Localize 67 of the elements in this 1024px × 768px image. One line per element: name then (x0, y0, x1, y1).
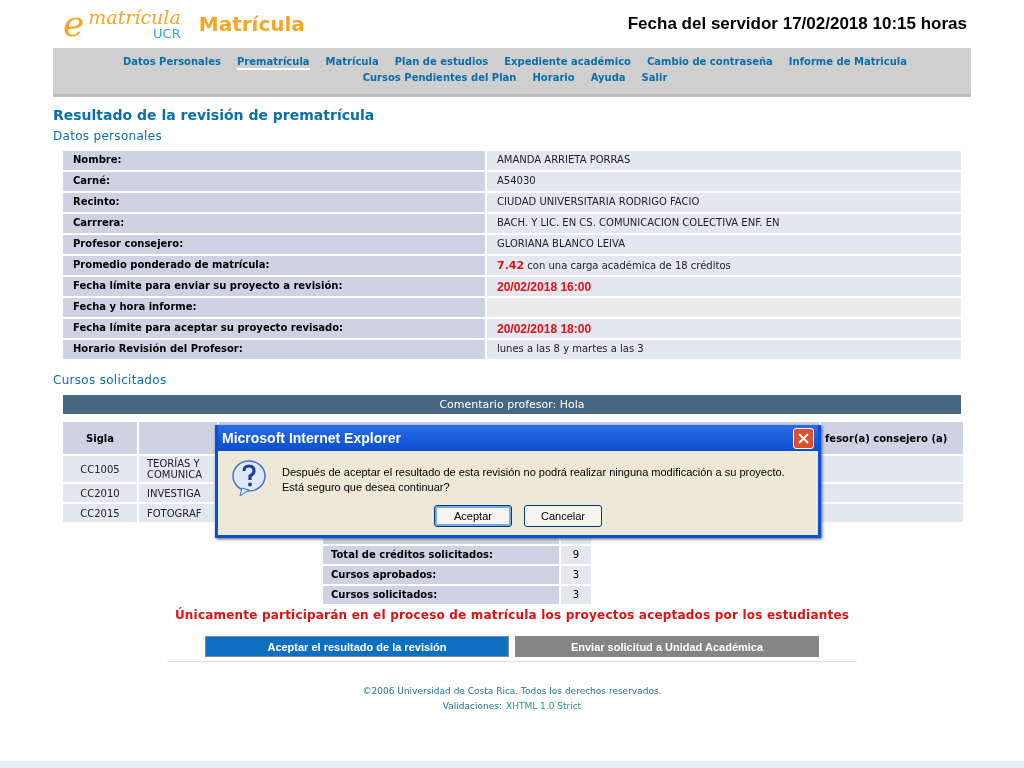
nav-link[interactable]: Cursos Pendientes del Plan (362, 72, 517, 86)
notice-text: Únicamente participarán en el proceso de matrícula los proyectos aceptados por los estudiantes (173, 608, 851, 622)
send-button[interactable]: Enviar solicitud a Unidad Académica (515, 636, 819, 657)
server-date: Fecha del servidor 17/02/2018 10:15 horas (627, 14, 967, 34)
table-cell: TEORÍAS Y COMUNICA (139, 456, 217, 482)
field-label: Nombre: (63, 151, 485, 170)
field-label: Fecha límite para enviar su proyecto a revisión: (63, 277, 485, 296)
dialog-button[interactable]: Aceptar (434, 505, 512, 527)
table-cell: CC2010 (63, 484, 137, 502)
page-heading: Resultado de la revisión de prematrícula (53, 107, 376, 123)
nav-link[interactable]: Informe de Matricula (788, 56, 907, 70)
column-header: fesor(a) consejero (a) (821, 422, 963, 454)
site-title: Matrícula (198, 12, 305, 36)
total-label: Total de créditos solicitados: (323, 546, 559, 564)
nav-link[interactable]: Horario (532, 72, 575, 86)
table-cell: FOTOGRAF (139, 504, 217, 522)
field-value: CIUDAD UNIVERSITARIA RODRIGO FACIO (487, 193, 961, 212)
validations-label: Validaciones: (442, 701, 502, 711)
copyright-text: ©2006 Universidad de Costa Rica. Todos los derechos reservados. (362, 686, 662, 696)
comment-bar: Comentario profesor: Hola (63, 395, 961, 414)
field-label: Carrrera: (63, 214, 485, 233)
column-header: Sigla (63, 422, 137, 454)
nav-link[interactable]: Ayuda (590, 72, 626, 86)
dialog-button[interactable]: Cancelar (524, 505, 602, 527)
nav-link[interactable]: Prematrícula (237, 56, 310, 70)
nav-link[interactable]: Salir (641, 72, 668, 86)
deadline-date: 20/02/2018 18:00 (497, 322, 592, 336)
close-icon (798, 432, 809, 444)
field-label: Promedio ponderado de matrícula: (63, 256, 485, 275)
section-heading: Datos personales (53, 129, 163, 143)
field-value: AMANDA ARRIETA PORRAS (487, 151, 961, 170)
close-button[interactable] (793, 427, 814, 449)
field-label: Fecha y hora informe: (63, 298, 485, 317)
question-icon (232, 459, 266, 497)
total-value: 3 (561, 586, 591, 604)
xhtml-link[interactable]: XHTML 1.0 Strict (505, 701, 582, 711)
total-value: 9 (561, 546, 591, 564)
field-value: A54030 (487, 172, 961, 191)
accept-button[interactable]: Aceptar el resultado de la revisión (205, 636, 509, 657)
nav-link[interactable]: Plan de estudios (394, 56, 489, 70)
logo-letter: e (63, 6, 85, 42)
dialog-title: Microsoft Internet Explorer (222, 430, 401, 446)
section-heading: Cursos solicitados (53, 373, 168, 387)
logo-subtitle: UCR (153, 27, 181, 40)
logo-text: matrícula (88, 8, 181, 27)
field-label: Profesor consejero: (63, 235, 485, 254)
dialog-message: Después de aceptar el resultado de esta revisión no podrá realizar ninguna modificación a su proyecto. (282, 465, 785, 480)
total-label: Cursos aprobados: (323, 566, 559, 584)
table-cell: CC2015 (63, 504, 137, 522)
nav-link[interactable]: Datos Personales (122, 56, 221, 70)
nav-link[interactable]: Matrícula (325, 56, 379, 70)
table-cell: INVESTIGA (139, 484, 217, 502)
nav-link[interactable]: Expediente académico (504, 56, 631, 70)
deadline-date: 20/02/2018 16:00 (497, 280, 592, 294)
field-value: GLORIANA BLANCO LEIVA (487, 235, 961, 254)
total-label: Cursos solicitados: (323, 586, 559, 604)
nav-link[interactable]: Cambio de contraseña (647, 56, 773, 70)
field-label: Fecha límite para aceptar su proyecto revisado: (63, 319, 485, 338)
field-value: lunes a las 8 y martes a las 3 (487, 340, 961, 359)
field-label: Carné: (63, 172, 485, 191)
field-value: BACH. Y LIC. EN CS. COMUNICACION COLECTIVA ENF. EN (487, 214, 961, 233)
field-label: Recinto: (63, 193, 485, 212)
table-cell: CC1005 (63, 456, 137, 482)
field-value: 7.42 con una carga académica de 18 créditos (487, 256, 961, 275)
total-value: 3 (561, 566, 591, 584)
field-label: Horario Revisión del Profesor: (63, 340, 485, 359)
dialog-message: Está seguro que desea continuar? (282, 480, 451, 495)
